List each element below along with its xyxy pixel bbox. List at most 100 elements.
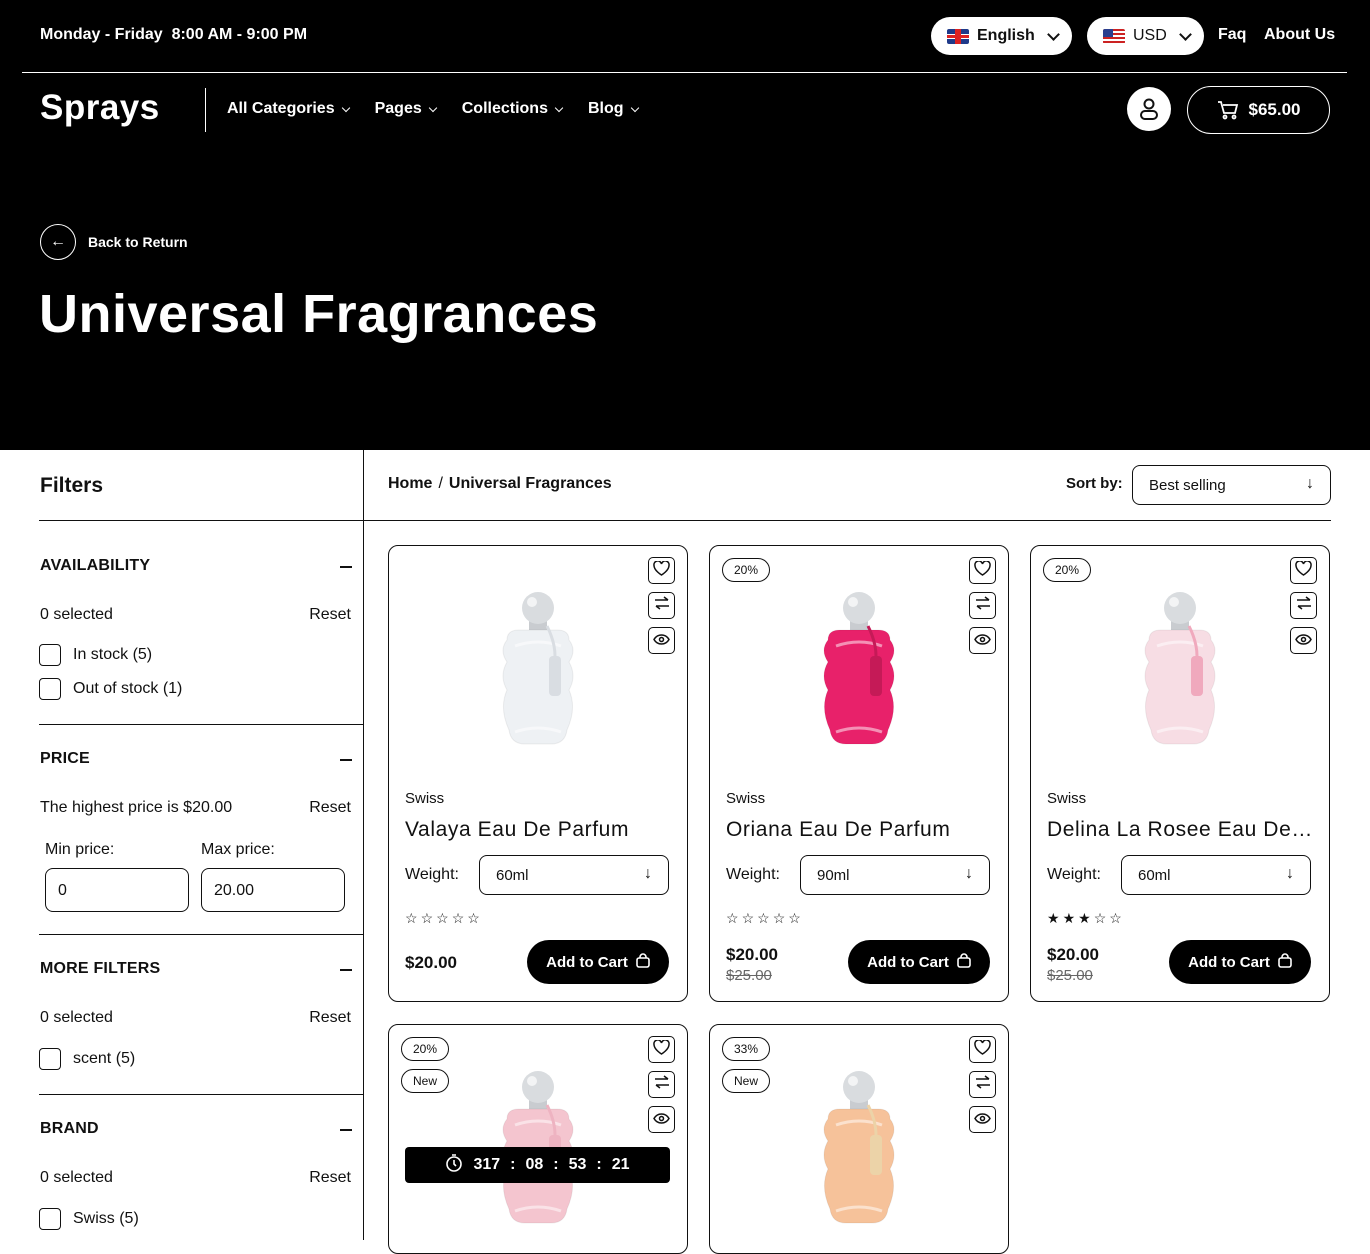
weight-select[interactable]: 60ml ↓: [479, 855, 669, 895]
product-card[interactable]: 20% New 317: 08: 53: 21: [388, 1024, 688, 1254]
chevron-down-icon: [341, 103, 350, 112]
collapse-icon[interactable]: [340, 566, 352, 568]
about-link[interactable]: About Us: [1264, 26, 1335, 44]
eye-icon: [974, 632, 991, 650]
chevron-down-icon: [630, 103, 639, 112]
nav-all-categories[interactable]: All Categories: [227, 100, 350, 118]
filters-sidebar: Filters AVAILABILITY 0 selected Reset In…: [0, 450, 364, 1240]
product-image[interactable]: [485, 590, 591, 750]
reset-link[interactable]: Reset: [309, 1009, 351, 1027]
back-link[interactable]: ← Back to Return: [40, 224, 188, 260]
checkbox[interactable]: [39, 1048, 61, 1070]
add-to-cart-label: Add to Cart: [1188, 953, 1270, 971]
compare-button[interactable]: [648, 592, 675, 619]
wishlist-button[interactable]: [648, 557, 675, 584]
cart-total: $65.00: [1248, 100, 1301, 119]
back-label: Back to Return: [88, 234, 188, 250]
sort-value: Best selling: [1149, 477, 1226, 494]
filter-scent[interactable]: scent (5): [39, 1048, 135, 1070]
cart-button[interactable]: $65.00: [1187, 86, 1330, 134]
eye-icon: [1295, 632, 1312, 650]
product-name[interactable]: Valaya Eau De Parfum: [405, 818, 675, 842]
filter-in-stock[interactable]: In stock (5): [39, 644, 152, 666]
site-logo[interactable]: Sprays: [40, 88, 160, 128]
reset-link[interactable]: Reset: [309, 606, 351, 624]
quick-view-button[interactable]: [969, 627, 996, 654]
language-selector[interactable]: English: [931, 17, 1072, 55]
compare-button[interactable]: [969, 1071, 996, 1098]
star-empty-icon: ☆: [451, 910, 468, 926]
product-image[interactable]: [1127, 590, 1233, 750]
wishlist-button[interactable]: [648, 1036, 675, 1063]
wishlist-button[interactable]: [969, 557, 996, 584]
countdown-days: 317: [473, 1156, 501, 1173]
product-name[interactable]: Delina La Rosee Eau De Parfum: [1047, 818, 1317, 842]
compare-button[interactable]: [969, 592, 996, 619]
max-price-input[interactable]: 20.00: [201, 868, 345, 912]
checkbox[interactable]: [39, 678, 61, 700]
checkbox[interactable]: [39, 1208, 61, 1230]
add-to-cart-button[interactable]: Add to Cart: [527, 940, 669, 984]
wishlist-button[interactable]: [969, 1036, 996, 1063]
min-price-input[interactable]: 0: [45, 868, 189, 912]
weight-select[interactable]: 60ml ↓: [1121, 855, 1311, 895]
filter-out-of-stock[interactable]: Out of stock (1): [39, 678, 182, 700]
countdown-seconds: 21: [611, 1156, 630, 1173]
wishlist-button[interactable]: [1290, 557, 1317, 584]
quick-view-button[interactable]: [648, 627, 675, 654]
product-card[interactable]: 20% Swiss Delina La Rosee Eau De Parfum We…: [1030, 545, 1330, 1002]
reset-link[interactable]: Reset: [309, 1169, 351, 1187]
product-badge: 20%: [1043, 558, 1092, 582]
heart-icon: [974, 1038, 991, 1060]
quick-view-button[interactable]: [1290, 627, 1317, 654]
sort-select[interactable]: Best selling ↓: [1132, 465, 1331, 505]
compare-button[interactable]: [1290, 592, 1317, 619]
compare-icon: [975, 596, 991, 615]
product-name[interactable]: Oriana Eau De Parfum: [726, 818, 996, 842]
top-bar: Monday - Friday 8:00 AM - 9:00 PM Englis…: [22, 0, 1347, 73]
product-card[interactable]: Swiss Valaya Eau De Parfum Weight: 60ml ↓ ☆☆☆…: [388, 545, 688, 1002]
filter-swiss[interactable]: Swiss (5): [39, 1208, 139, 1230]
add-to-cart-button[interactable]: Add to Cart: [848, 940, 990, 984]
bag-icon: [1278, 952, 1292, 972]
checkbox[interactable]: [39, 644, 61, 666]
nav-blog[interactable]: Blog: [588, 100, 639, 118]
divider: [39, 1094, 364, 1095]
product-card[interactable]: 33% New: [709, 1024, 1009, 1254]
quick-view-button[interactable]: [648, 1106, 675, 1133]
product-price: $20.00: [1047, 945, 1099, 964]
availability-title[interactable]: AVAILABILITY: [40, 557, 150, 575]
breadcrumb-home[interactable]: Home: [388, 475, 432, 492]
reset-link[interactable]: Reset: [309, 799, 351, 817]
weight-select[interactable]: 90ml ↓: [800, 855, 990, 895]
currency-selector[interactable]: USD: [1087, 17, 1204, 55]
chevron-down-icon: [1046, 27, 1060, 41]
quick-view-button[interactable]: [969, 1106, 996, 1133]
option-label: In stock (5): [73, 646, 153, 663]
option-label: Out of stock (1): [73, 680, 183, 697]
nav-pages[interactable]: Pages: [375, 100, 437, 118]
product-image[interactable]: [806, 1069, 912, 1229]
faq-link[interactable]: Faq: [1218, 26, 1246, 44]
star-empty-icon: ☆: [726, 910, 742, 926]
collapse-icon[interactable]: [340, 969, 352, 971]
collapse-icon[interactable]: [340, 759, 352, 761]
collapse-icon[interactable]: [340, 1129, 352, 1131]
star-empty-icon: ☆: [741, 910, 758, 926]
product-card[interactable]: 20% Swiss Oriana Eau De Parfum Weight: 90ml…: [709, 545, 1009, 1002]
nav-collections[interactable]: Collections: [462, 100, 564, 118]
bag-icon: [957, 952, 971, 972]
account-button[interactable]: [1127, 87, 1171, 131]
price-title[interactable]: PRICE: [40, 750, 90, 768]
brand-title[interactable]: BRAND: [40, 1120, 99, 1138]
product-badge: New: [722, 1069, 771, 1093]
compare-button[interactable]: [648, 1071, 675, 1098]
add-to-cart-button[interactable]: Add to Cart: [1169, 940, 1311, 984]
arrow-left-icon: ←: [40, 224, 76, 260]
product-brand: Swiss: [1047, 790, 1087, 807]
more-filters-title[interactable]: MORE FILTERS: [40, 960, 160, 978]
heart-icon: [974, 559, 991, 581]
store-hours: Monday - Friday 8:00 AM - 9:00 PM: [40, 26, 308, 43]
product-image[interactable]: [806, 590, 912, 750]
breadcrumb-current: Universal Fragrances: [448, 475, 612, 492]
